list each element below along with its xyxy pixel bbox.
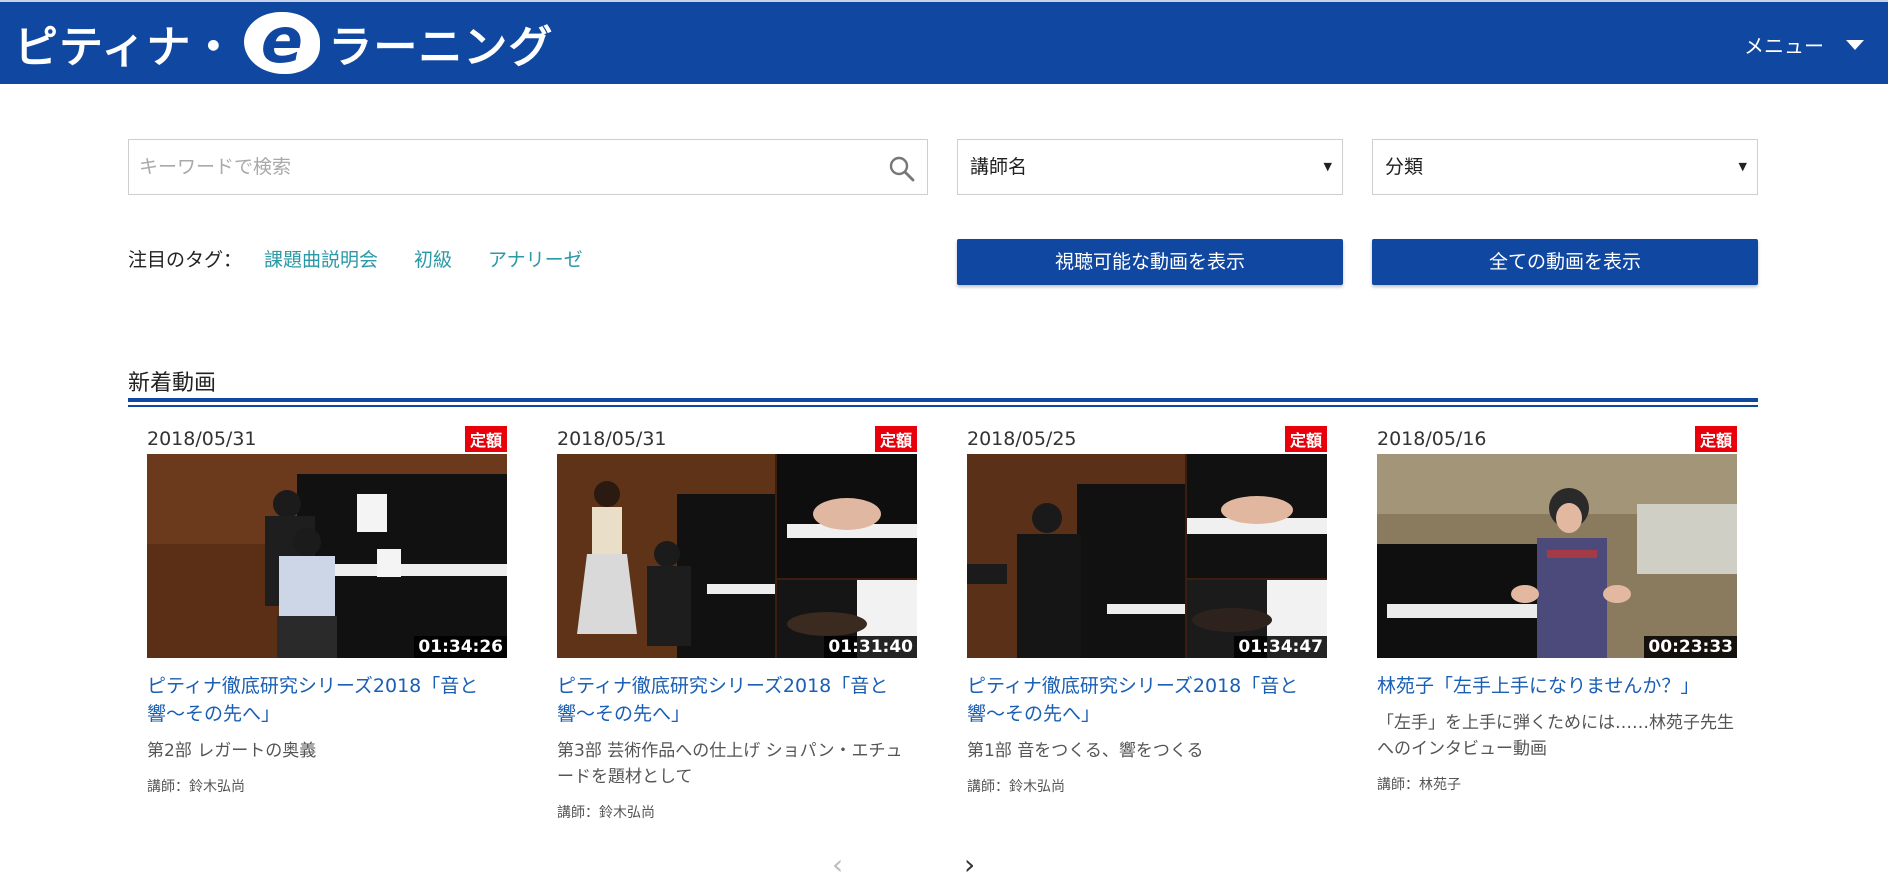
video-teacher: 講師：林苑子 [1377, 777, 1461, 793]
prev-arrow-icon[interactable]: ‹ [832, 856, 843, 873]
video-duration: 01:31:40 [824, 636, 917, 658]
category-select-value: 分類 [1385, 156, 1424, 178]
video-card[interactable]: 2018/05/31 定額 01:34:26 ピティナ徹底研究シリーズ2018「… [147, 424, 507, 796]
show-viewable-button[interactable]: 視聴可能な動画を表示 [957, 239, 1343, 285]
carousel-pager: ‹ › [832, 856, 992, 873]
category-select[interactable]: 分類 ▼ [1372, 139, 1758, 195]
video-duration: 01:34:47 [1234, 636, 1327, 658]
video-title[interactable]: 林苑子「左手上手になりませんか？」 [1377, 672, 1737, 700]
dropdown-arrow-icon: ▼ [1738, 160, 1747, 173]
plan-badge: 定額 [1284, 426, 1327, 452]
section-divider-thin [128, 405, 1758, 407]
video-teacher: 講師：鈴木弘尚 [147, 779, 245, 795]
video-title[interactable]: ピティナ徹底研究シリーズ2018「音と響〜その先へ」 [557, 672, 917, 728]
logo-text-pre: ピティナ・ [14, 22, 237, 73]
tag-link[interactable]: 課題曲説明会 [264, 245, 378, 272]
tag-link[interactable]: アナリーゼ [488, 245, 583, 272]
video-date: 2018/05/31 [557, 428, 667, 450]
video-date: 2018/05/31 [147, 428, 257, 450]
video-title[interactable]: ピティナ徹底研究シリーズ2018「音と響〜その先へ」 [967, 672, 1327, 728]
thumbnail-image [967, 454, 1327, 658]
next-arrow-icon[interactable]: › [964, 856, 975, 873]
menu-label: メニュー [1744, 34, 1824, 58]
video-description: 「左手」を上手に弾くためには……林苑子先生へのインタビュー動画 [1377, 713, 1734, 759]
tag-link[interactable]: 初級 [414, 245, 452, 272]
dropdown-arrow-icon: ▼ [1323, 160, 1332, 173]
video-teacher: 講師：鈴木弘尚 [557, 805, 655, 821]
thumbnail-image [557, 454, 917, 658]
video-card[interactable]: 2018/05/25 定額 01:34:47 ピティナ徹底研究シリーズ2018「… [967, 424, 1327, 796]
video-description: 第1部 音をつくる、響をつくる [967, 741, 1204, 761]
logo-text-post: ラーニング [328, 22, 554, 73]
search-icon[interactable] [889, 156, 915, 182]
teacher-select[interactable]: 講師名 ▼ [957, 139, 1343, 195]
section-divider [128, 398, 1758, 402]
plan-badge: 定額 [1694, 426, 1737, 452]
plan-badge: 定額 [464, 426, 507, 452]
video-thumbnail[interactable]: 01:34:47 [967, 454, 1327, 658]
video-description: 第3部 芸術作品への仕上げ ショパン・エチュードを題材として [557, 741, 903, 787]
video-title[interactable]: ピティナ徹底研究シリーズ2018「音と響〜その先へ」 [147, 672, 507, 728]
logo-e-mark: e [244, 10, 321, 74]
video-date: 2018/05/16 [1377, 428, 1487, 450]
menu-button[interactable]: メニュー [1744, 30, 1864, 59]
search-box [128, 139, 928, 195]
top-navbar: ピティナ・ e ラーニング メニュー [0, 0, 1888, 84]
site-logo[interactable]: ピティナ・ e ラーニング [14, 10, 553, 76]
search-input[interactable] [129, 140, 849, 194]
video-teacher: 講師：鈴木弘尚 [967, 779, 1065, 795]
caret-down-icon [1846, 39, 1864, 50]
video-card[interactable]: 2018/05/31 定額 01:31:40 ピティナ徹底研究シリーズ2018「… [557, 424, 917, 822]
show-all-button[interactable]: 全ての動画を表示 [1372, 239, 1758, 285]
video-thumbnail[interactable]: 00:23:33 [1377, 454, 1737, 658]
video-description: 第2部 レガートの奥義 [147, 741, 317, 761]
thumbnail-image [147, 454, 507, 658]
section-title: 新着動画 [128, 371, 217, 396]
video-duration: 01:34:26 [414, 636, 507, 658]
plan-badge: 定額 [874, 426, 917, 452]
featured-tags: 注目のタグ： 課題曲説明会 初級 アナリーゼ [128, 245, 583, 272]
featured-tags-label: 注目のタグ： [128, 249, 243, 271]
video-thumbnail[interactable]: 01:34:26 [147, 454, 507, 658]
video-date: 2018/05/25 [967, 428, 1077, 450]
teacher-select-value: 講師名 [970, 156, 1028, 178]
video-thumbnail[interactable]: 01:31:40 [557, 454, 917, 658]
video-duration: 00:23:33 [1644, 636, 1737, 658]
thumbnail-image [1377, 454, 1737, 658]
video-card[interactable]: 2018/05/16 定額 00:23:33 林苑子「左手上手になりませんか？」… [1377, 424, 1737, 794]
